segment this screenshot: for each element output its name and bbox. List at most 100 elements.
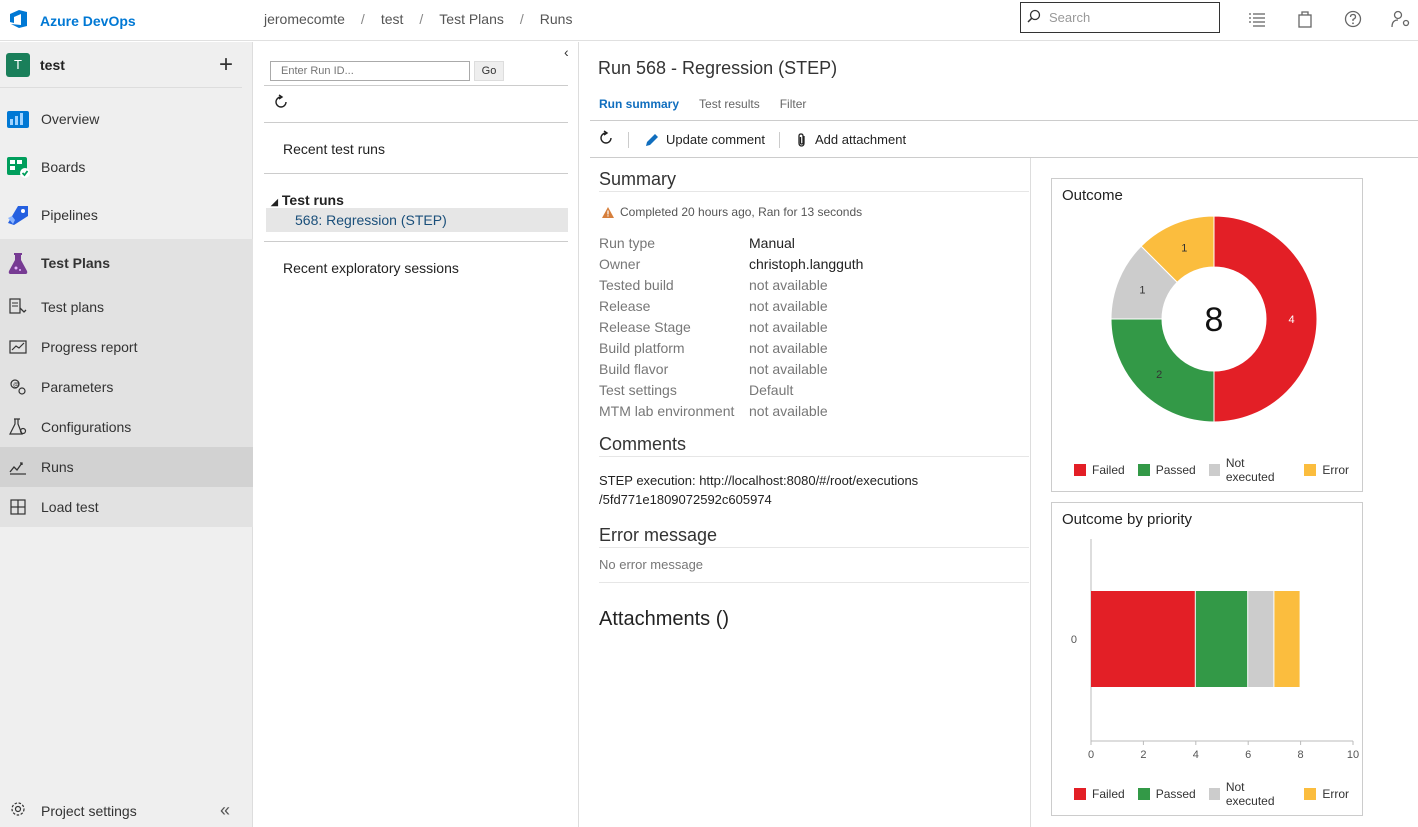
bar-segment-passed bbox=[1195, 591, 1248, 687]
search-icon bbox=[1027, 9, 1041, 26]
project-header[interactable]: T test bbox=[0, 42, 242, 88]
property-row: Release not available bbox=[599, 298, 863, 319]
legend-swatch bbox=[1137, 788, 1150, 800]
divider bbox=[599, 547, 1029, 548]
tab-test-results[interactable]: Test results bbox=[699, 97, 760, 111]
breadcrumb-org[interactable]: jeromecomte bbox=[264, 11, 345, 27]
status-text: Completed 20 hours ago, Ran for 13 secon… bbox=[620, 205, 863, 219]
gear-icon bbox=[10, 801, 26, 820]
overview-icon bbox=[6, 107, 30, 131]
legend-item[interactable]: Error bbox=[1304, 456, 1349, 484]
bar-segment-failed bbox=[1091, 591, 1195, 687]
legend-item[interactable]: Not executed bbox=[1208, 780, 1292, 808]
legend-item[interactable]: Error bbox=[1304, 780, 1349, 808]
update-comment-button[interactable]: Update comment bbox=[645, 132, 765, 147]
bar-segment-error bbox=[1274, 591, 1300, 687]
bar-segment-not-executed bbox=[1248, 591, 1274, 687]
sidebar-item-pipelines[interactable]: Pipelines bbox=[0, 195, 253, 235]
search-input[interactable] bbox=[1049, 10, 1209, 25]
property-row: Build platform not available bbox=[599, 340, 863, 361]
test-run-item[interactable]: 568: Regression (STEP) bbox=[266, 208, 568, 232]
collapse-nav-icon[interactable]: « bbox=[220, 800, 230, 821]
breadcrumb-test-plans[interactable]: Test Plans bbox=[439, 11, 504, 27]
chart-legend: Failed Passed Not executed Error bbox=[1074, 780, 1362, 808]
divider bbox=[264, 173, 568, 174]
sidebar-item-label: Runs bbox=[41, 459, 74, 475]
run-id-input[interactable] bbox=[270, 61, 470, 81]
sidebar-item-configurations[interactable]: Configurations bbox=[0, 407, 253, 447]
sidebar-item-load-test[interactable]: Load test bbox=[0, 487, 253, 527]
top-bar: Azure DevOps jeromecomte / test / Test P… bbox=[0, 0, 1418, 41]
project-avatar: T bbox=[6, 52, 30, 77]
chart-title: Outcome by priority bbox=[1062, 511, 1193, 528]
sidebar-item-label: Progress report bbox=[41, 339, 138, 355]
sidebar-item-test-plans[interactable]: Test Plans bbox=[0, 239, 253, 287]
breadcrumb-separator: / bbox=[419, 11, 424, 27]
sidebar-item-boards[interactable]: Boards bbox=[0, 147, 253, 187]
toolbar-separator bbox=[628, 131, 629, 148]
add-icon[interactable]: + bbox=[219, 53, 233, 77]
breadcrumb-runs[interactable]: Runs bbox=[540, 11, 573, 27]
x-tick-label: 8 bbox=[1298, 749, 1304, 761]
project-settings[interactable]: Project settings « bbox=[0, 794, 253, 827]
legend-item[interactable]: Not executed bbox=[1208, 456, 1292, 484]
sidebar-item-progress-report[interactable]: Progress report bbox=[0, 327, 253, 367]
shopping-bag-icon[interactable] bbox=[1294, 8, 1316, 30]
help-icon[interactable] bbox=[1342, 8, 1364, 30]
sidebar-item-label: Parameters bbox=[41, 379, 114, 395]
legend-label: Failed bbox=[1092, 463, 1125, 477]
refresh-icon[interactable] bbox=[273, 94, 289, 113]
test-runs-tree-header[interactable]: ◢ Test runs bbox=[271, 192, 344, 208]
comment-line: STEP execution: http://localhost:8080/#/… bbox=[599, 473, 919, 488]
property-row: Tested build not available bbox=[599, 277, 863, 298]
left-navigation: T test + Overview Boards Pipelines Test … bbox=[0, 42, 253, 827]
sidebar-item-overview[interactable]: Overview bbox=[0, 99, 253, 139]
legend-swatch bbox=[1304, 464, 1317, 476]
property-value: not available bbox=[749, 298, 828, 314]
legend-item[interactable]: Failed bbox=[1074, 456, 1125, 484]
property-row: MTM lab environment not available bbox=[599, 403, 863, 424]
sidebar-item-test-plans-list[interactable]: Test plans bbox=[0, 287, 253, 327]
list-icon[interactable] bbox=[1246, 8, 1268, 30]
breadcrumb-project[interactable]: test bbox=[381, 11, 404, 27]
page-title: Run 568 - Regression (STEP) bbox=[598, 58, 838, 78]
add-attachment-button[interactable]: Add attachment bbox=[796, 132, 906, 147]
property-value: not available bbox=[749, 319, 828, 335]
property-key: Release Stage bbox=[599, 319, 691, 335]
pencil-icon bbox=[646, 133, 658, 146]
collapse-panel-icon[interactable]: ‹ bbox=[564, 44, 569, 60]
toolbar-separator bbox=[779, 131, 780, 148]
go-button[interactable]: Go bbox=[474, 61, 504, 81]
sidebar-item-label: Test plans bbox=[41, 299, 105, 315]
legend-swatch bbox=[1208, 464, 1220, 476]
add-attachment-label: Add attachment bbox=[815, 132, 907, 147]
refresh-icon[interactable] bbox=[598, 130, 614, 149]
tree-header-label: Test runs bbox=[281, 192, 344, 208]
azure-devops-logo-icon bbox=[8, 8, 30, 33]
property-key: Release bbox=[599, 298, 651, 314]
legend-item[interactable]: Passed bbox=[1137, 780, 1196, 808]
sidebar-item-parameters[interactable]: @ Parameters bbox=[0, 367, 253, 407]
tab-run-summary[interactable]: Run summary bbox=[599, 97, 679, 111]
donut-slice-passed bbox=[1110, 318, 1215, 423]
outcome-donut-chart: 4 2 1 1 8 bbox=[1110, 215, 1318, 423]
legend-item[interactable]: Passed bbox=[1137, 456, 1196, 484]
tab-filter[interactable]: Filter bbox=[780, 97, 807, 111]
recent-test-runs-link[interactable]: Recent test runs bbox=[283, 141, 385, 157]
tab-bar: Run summary Test results Filter bbox=[599, 97, 826, 111]
property-key: Owner bbox=[599, 256, 641, 272]
user-settings-icon[interactable] bbox=[1390, 8, 1412, 30]
brand[interactable]: Azure DevOps bbox=[8, 8, 136, 33]
property-value: christoph.langguth bbox=[749, 256, 864, 272]
svg-text:@: @ bbox=[13, 383, 19, 389]
legend-label: Not executed bbox=[1225, 456, 1275, 484]
search-box[interactable] bbox=[1020, 2, 1220, 33]
sidebar-item-runs[interactable]: Runs bbox=[0, 447, 253, 487]
donut-total-label: 8 bbox=[1205, 301, 1224, 339]
recent-exploratory-sessions-link[interactable]: Recent exploratory sessions bbox=[283, 260, 459, 276]
test-plans-list-icon bbox=[9, 298, 27, 316]
x-tick-label: 4 bbox=[1193, 749, 1199, 761]
run-status: Completed 20 hours ago, Ran for 13 secon… bbox=[602, 205, 862, 219]
legend-item[interactable]: Failed bbox=[1074, 780, 1125, 808]
property-key: MTM lab environment bbox=[599, 403, 735, 419]
